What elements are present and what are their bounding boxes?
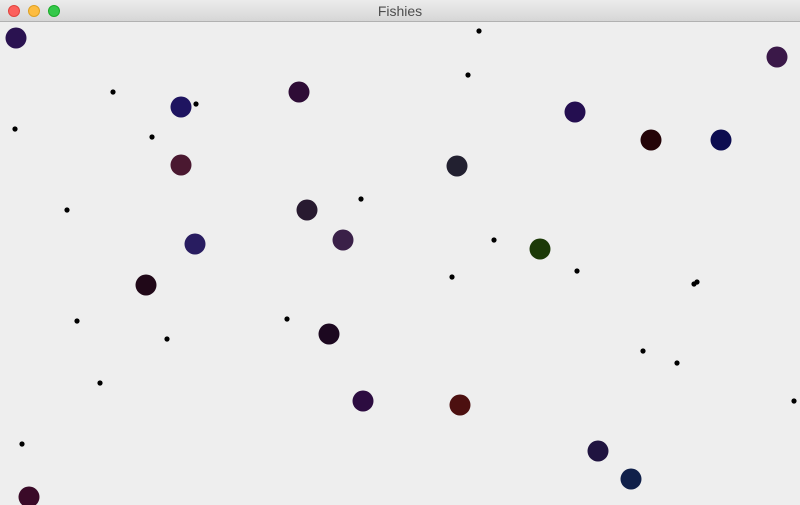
fish [710,129,732,151]
food-pellet [491,237,497,243]
fish [766,46,788,68]
food-pellet [12,126,18,132]
food-pellet [64,207,70,213]
title-bar[interactable]: Fishies [0,0,800,22]
fish [587,440,609,462]
fish [288,81,310,103]
fish [170,96,192,118]
fish [449,394,471,416]
food-pellet [694,279,700,285]
food-pellet [476,28,482,34]
food-pellet [640,348,646,354]
food-pellet [193,101,199,107]
fish [352,390,374,412]
food-pellet [449,274,455,280]
tank-svg [5,27,797,505]
fish [564,101,586,123]
fish [135,274,157,296]
fish [170,154,192,176]
fish [529,238,551,260]
food-pellet [164,336,170,342]
window-title: Fishies [377,3,423,19]
fish [620,468,642,490]
fish [18,486,40,505]
food-pellet [284,316,290,322]
food-pellet [465,72,471,78]
fish [296,199,318,221]
fish-tank-canvas[interactable] [0,22,800,505]
fish [640,129,662,151]
fish [5,27,27,49]
fish [332,229,354,251]
food-pellet [97,380,103,386]
fish [446,155,468,177]
food-pellet [674,360,680,366]
fish [184,233,206,255]
food-pellet [19,441,25,447]
app-window: Fishies [0,0,800,505]
food-pellet [149,134,155,140]
food-pellet [74,318,80,324]
food-pellet [358,196,364,202]
fish [318,323,340,345]
food-pellet [110,89,116,95]
food-pellet [791,398,797,404]
food-pellet [574,268,580,274]
